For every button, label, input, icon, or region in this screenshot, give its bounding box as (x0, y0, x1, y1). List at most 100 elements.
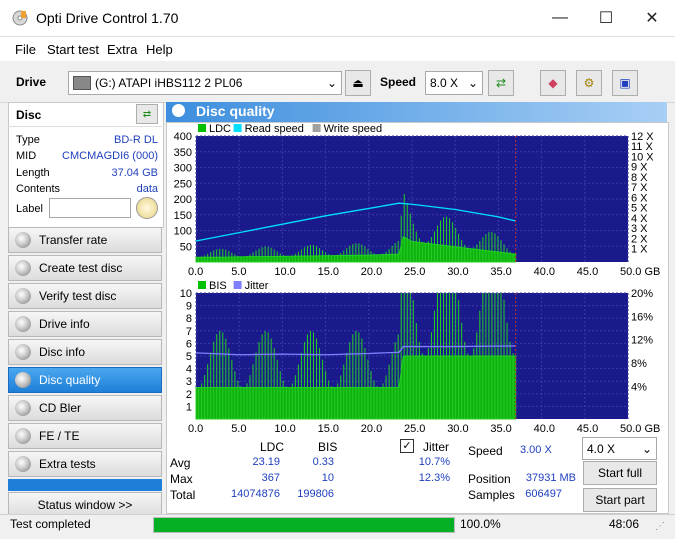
drive-select[interactable]: (G:) ATAPI iHBS112 2 PL06 ⌄ (68, 71, 342, 95)
refresh-speed-button[interactable]: ⇄ (488, 70, 514, 96)
window-title: Opti Drive Control 1.70 (36, 10, 179, 26)
y-tick-label: 7 (186, 326, 192, 338)
y-tick-label: 50 (180, 241, 192, 253)
nav-label: Extra tests (39, 457, 96, 471)
jitter-checkbox[interactable]: ✓ (400, 439, 414, 453)
drive-label: Drive (16, 75, 47, 89)
gear-icon: ⚙ (583, 76, 595, 90)
status-text: Test completed (10, 517, 91, 531)
y-tick-label: 8 (186, 313, 192, 325)
eject-icon: ⏏ (352, 76, 364, 90)
save-button[interactable]: ▣ (612, 70, 638, 96)
y-tick-label: 4 (186, 364, 192, 376)
y2-tick-label: 12% (631, 335, 653, 347)
eraser-icon: ◆ (548, 76, 558, 90)
avg-bis: 0.33 (312, 456, 334, 468)
section-title: Disc quality (196, 103, 275, 119)
y-tick-label: 5 (186, 351, 192, 363)
nav-disc-quality[interactable]: Disc quality (8, 367, 162, 393)
start-full-button[interactable]: Start full (583, 461, 657, 485)
x-tick-label: 25.0 (404, 423, 425, 432)
disc-icon (15, 372, 31, 388)
ldc-col-header: LDC (260, 440, 285, 454)
speed-stat-label: Speed (468, 444, 503, 458)
position-value: 37931 MB (525, 472, 576, 484)
y-tick-label: 9 (186, 301, 192, 313)
mid-label: MID (16, 150, 37, 162)
nav-label: Drive info (39, 317, 90, 331)
max-ldc: 367 (261, 472, 280, 484)
start-part-button[interactable]: Start part (583, 488, 657, 512)
close-button[interactable]: ✕ (629, 0, 675, 36)
nav-create-test-disc[interactable]: Create test disc (8, 255, 162, 281)
total-label: Total (170, 488, 196, 502)
x-tick-label: 20.0 (361, 266, 382, 278)
disc-icon (15, 456, 31, 472)
minimize-button[interactable]: — (537, 0, 583, 36)
nav-label: Verify test disc (39, 289, 117, 303)
eject-button[interactable]: ⏏ (345, 70, 371, 96)
nav-extra-tests[interactable]: Extra tests (8, 451, 162, 477)
legend-label: Write speed (324, 123, 383, 135)
speed-select[interactable]: 8.0 X ⌄ (425, 71, 483, 95)
elapsed-time: 48:06 (609, 517, 640, 531)
menu-file[interactable]: File (15, 42, 36, 57)
x-tick-label: 50.0 GB (620, 423, 660, 432)
settings-button[interactable]: ⚙ (576, 70, 602, 96)
menu-help[interactable]: Help (146, 42, 173, 57)
nav-cd-bler[interactable]: CD Bler (8, 395, 162, 421)
menu-start-test[interactable]: Start test (47, 42, 99, 57)
disc-refresh-button[interactable]: ⇄ (136, 104, 158, 124)
type-value: BD-R DL (113, 134, 158, 146)
x-tick-label: 5.0 (231, 423, 246, 432)
progress-bar (153, 517, 455, 533)
bis-col-header: BIS (318, 440, 338, 454)
chevron-down-icon: ⌄ (467, 76, 478, 90)
disc-icon (15, 232, 31, 248)
label-input[interactable] (49, 198, 131, 218)
legend-swatch (198, 124, 206, 132)
x-tick-label: 30.0 (447, 423, 468, 432)
avg-label: Avg (170, 456, 191, 470)
legend-label: BIS (209, 280, 227, 292)
progress-text: 100.0% (460, 517, 501, 531)
refresh-icon: ⇄ (142, 108, 152, 120)
disc-icon (15, 316, 31, 332)
samples-value: 606497 (525, 488, 562, 500)
y-tick-label: 400 (174, 131, 192, 143)
x-tick-label: 25.0 (404, 266, 425, 278)
maximize-button[interactable]: ☐ (583, 0, 629, 36)
nav-drive-info[interactable]: Drive info (8, 311, 162, 337)
chevron-down-icon: ⌄ (641, 441, 652, 456)
drive-icon (73, 76, 91, 90)
x-tick-label: 15.0 (318, 266, 339, 278)
x-tick-label: 10.0 (274, 266, 295, 278)
y2-tick-label: 8% (631, 358, 647, 370)
avg-ldc: 23.19 (252, 456, 280, 468)
nav-disc-info[interactable]: Disc info (8, 339, 162, 365)
length-label: Length (16, 167, 50, 179)
legend-swatch (198, 281, 206, 289)
nav-verify-test-disc[interactable]: Verify test disc (8, 283, 162, 309)
test-speed-select[interactable]: 4.0 X ⌄ (582, 437, 657, 460)
y-tick-label: 200 (174, 194, 192, 206)
x-tick-label: 45.0 (577, 266, 598, 278)
x-tick-label: 0.0 (188, 423, 203, 432)
y-tick-label: 250 (174, 178, 192, 190)
jitter-col-header: Jitter (423, 440, 450, 454)
legend-swatch (312, 124, 321, 132)
contents-label: Contents (16, 183, 61, 195)
disc-icon (15, 428, 31, 444)
disc-label-icon[interactable] (136, 197, 158, 219)
erase-button[interactable]: ◆ (540, 70, 566, 96)
y2-tick-label: 1 X (631, 244, 648, 256)
menu-extra[interactable]: Extra (107, 42, 137, 57)
y-tick-label: 2 (186, 389, 192, 401)
position-label: Position (468, 472, 511, 486)
nav-fe-te[interactable]: FE / TE (8, 423, 162, 449)
disc-icon (15, 400, 31, 416)
nav-transfer-rate[interactable]: Transfer rate (8, 227, 162, 253)
y-tick-label: 100 (174, 226, 192, 238)
total-bis: 199806 (297, 488, 334, 500)
nav-label: FE / TE (39, 429, 80, 443)
